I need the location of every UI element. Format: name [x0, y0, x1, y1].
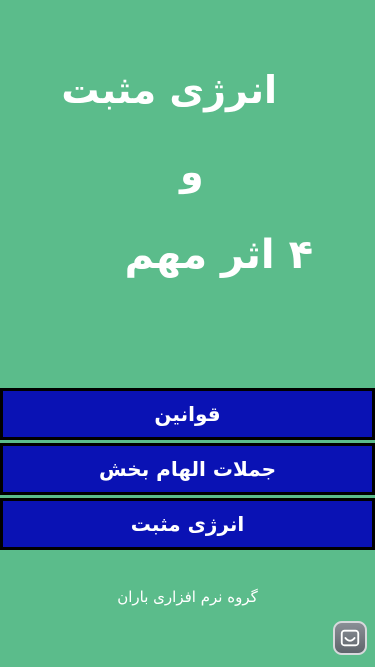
title-line-2: و	[180, 150, 204, 194]
title-line-1: انرژی مثبت	[61, 68, 277, 112]
inspirational-quotes-button[interactable]: جملات الهام بخش	[0, 443, 375, 495]
title-block: انرژی مثبت و ۴ اثر مهم	[0, 60, 375, 300]
title-line-3: ۴ اثر مهم	[124, 232, 313, 278]
main-menu: قوانین جملات الهام بخش انرژی مثبت	[0, 388, 375, 553]
positive-energy-button[interactable]: انرژی مثبت	[0, 498, 375, 550]
rules-button[interactable]: قوانین	[0, 388, 375, 440]
footer-credit: گروه نرم افزاری باران	[117, 588, 258, 606]
app-badge-icon[interactable]	[333, 621, 367, 655]
